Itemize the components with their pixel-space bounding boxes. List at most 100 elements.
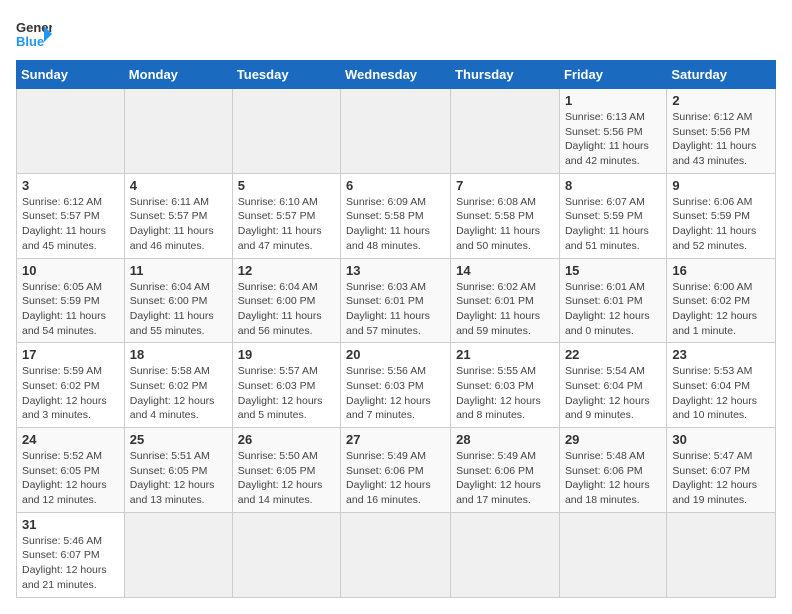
calendar-week-row: 17Sunrise: 5:59 AM Sunset: 6:02 PM Dayli… [17, 343, 776, 428]
weekday-header-cell: Wednesday [341, 61, 451, 89]
day-info: Sunrise: 5:48 AM Sunset: 6:06 PM Dayligh… [565, 449, 661, 508]
calendar-cell [667, 512, 776, 597]
day-info: Sunrise: 5:57 AM Sunset: 6:03 PM Dayligh… [238, 364, 335, 423]
day-number: 11 [130, 263, 227, 278]
day-info: Sunrise: 6:03 AM Sunset: 6:01 PM Dayligh… [346, 280, 445, 339]
weekday-header-cell: Tuesday [232, 61, 340, 89]
calendar-cell: 23Sunrise: 5:53 AM Sunset: 6:04 PM Dayli… [667, 343, 776, 428]
day-number: 18 [130, 347, 227, 362]
day-number: 13 [346, 263, 445, 278]
page-header: General Blue [16, 16, 776, 52]
calendar-cell: 11 Sunrise: 6:04 AM Sunset: 6:00 PM Dayli… [124, 258, 232, 343]
day-number: 26 [238, 432, 335, 447]
calendar-cell: 21 Sunrise: 5:55 AM Sunset: 6:03 PM Dayli… [451, 343, 560, 428]
calendar-cell: 12Sunrise: 6:04 AM Sunset: 6:00 PM Dayli… [232, 258, 340, 343]
logo: General Blue [16, 16, 52, 52]
day-number: 8 [565, 178, 661, 193]
day-number: 7 [456, 178, 554, 193]
day-info: Sunrise: 5:55 AM Sunset: 6:03 PM Dayligh… [456, 364, 554, 423]
day-info: Sunrise: 5:49 AM Sunset: 6:06 PM Dayligh… [346, 449, 445, 508]
weekday-header-cell: Sunday [17, 61, 125, 89]
calendar-cell: 26Sunrise: 5:50 AM Sunset: 6:05 PM Dayli… [232, 428, 340, 513]
weekday-header-cell: Friday [559, 61, 666, 89]
day-info: Sunrise: 5:59 AM Sunset: 6:02 PM Dayligh… [22, 364, 119, 423]
calendar-cell [124, 89, 232, 174]
day-number: 12 [238, 263, 335, 278]
day-number: 10 [22, 263, 119, 278]
calendar-cell: 1 Sunrise: 6:13 AM Sunset: 5:56 PM Daylig… [559, 89, 666, 174]
calendar-week-row: 24 Sunrise: 5:52 AM Sunset: 6:05 PM Dayli… [17, 428, 776, 513]
day-number: 28 [456, 432, 554, 447]
day-info: Sunrise: 5:46 AM Sunset: 6:07 PM Dayligh… [22, 534, 119, 593]
calendar-cell [232, 89, 340, 174]
calendar-cell: 18 Sunrise: 5:58 AM Sunset: 6:02 PM Dayli… [124, 343, 232, 428]
calendar-cell: 24 Sunrise: 5:52 AM Sunset: 6:05 PM Dayli… [17, 428, 125, 513]
day-info: Sunrise: 5:47 AM Sunset: 6:07 PM Dayligh… [672, 449, 770, 508]
day-number: 1 [565, 93, 661, 108]
calendar-cell: 17Sunrise: 5:59 AM Sunset: 6:02 PM Dayli… [17, 343, 125, 428]
calendar-table: SundayMondayTuesdayWednesdayThursdayFrid… [16, 60, 776, 598]
day-number: 22 [565, 347, 661, 362]
day-number: 5 [238, 178, 335, 193]
day-info: Sunrise: 6:12 AM Sunset: 5:56 PM Dayligh… [672, 110, 770, 169]
day-number: 2 [672, 93, 770, 108]
calendar-cell: 10 Sunrise: 6:05 AM Sunset: 5:59 PM Dayli… [17, 258, 125, 343]
weekday-header-cell: Thursday [451, 61, 560, 89]
day-info: Sunrise: 5:52 AM Sunset: 6:05 PM Dayligh… [22, 449, 119, 508]
day-info: Sunrise: 6:08 AM Sunset: 5:58 PM Dayligh… [456, 195, 554, 254]
day-info: Sunrise: 6:00 AM Sunset: 6:02 PM Dayligh… [672, 280, 770, 339]
day-number: 24 [22, 432, 119, 447]
weekday-header-cell: Saturday [667, 61, 776, 89]
calendar-body: 1 Sunrise: 6:13 AM Sunset: 5:56 PM Daylig… [17, 89, 776, 598]
day-info: Sunrise: 6:12 AM Sunset: 5:57 PM Dayligh… [22, 195, 119, 254]
calendar-cell: 22 Sunrise: 5:54 AM Sunset: 6:04 PM Dayli… [559, 343, 666, 428]
day-number: 21 [456, 347, 554, 362]
day-number: 27 [346, 432, 445, 447]
calendar-cell [559, 512, 666, 597]
day-info: Sunrise: 5:58 AM Sunset: 6:02 PM Dayligh… [130, 364, 227, 423]
calendar-cell: 4 Sunrise: 6:11 AM Sunset: 5:57 PM Daylig… [124, 173, 232, 258]
day-number: 15 [565, 263, 661, 278]
day-info: Sunrise: 6:07 AM Sunset: 5:59 PM Dayligh… [565, 195, 661, 254]
day-number: 14 [456, 263, 554, 278]
calendar-cell: 25Sunrise: 5:51 AM Sunset: 6:05 PM Dayli… [124, 428, 232, 513]
day-number: 6 [346, 178, 445, 193]
calendar-cell [232, 512, 340, 597]
calendar-week-row: 1 Sunrise: 6:13 AM Sunset: 5:56 PM Daylig… [17, 89, 776, 174]
calendar-week-row: 3 Sunrise: 6:12 AM Sunset: 5:57 PM Daylig… [17, 173, 776, 258]
day-info: Sunrise: 6:13 AM Sunset: 5:56 PM Dayligh… [565, 110, 661, 169]
day-info: Sunrise: 6:10 AM Sunset: 5:57 PM Dayligh… [238, 195, 335, 254]
day-number: 9 [672, 178, 770, 193]
calendar-cell [341, 512, 451, 597]
day-info: Sunrise: 6:06 AM Sunset: 5:59 PM Dayligh… [672, 195, 770, 254]
day-info: Sunrise: 6:01 AM Sunset: 6:01 PM Dayligh… [565, 280, 661, 339]
calendar-cell: 28 Sunrise: 5:49 AM Sunset: 6:06 PM Dayli… [451, 428, 560, 513]
day-info: Sunrise: 6:05 AM Sunset: 5:59 PM Dayligh… [22, 280, 119, 339]
day-info: Sunrise: 5:54 AM Sunset: 6:04 PM Dayligh… [565, 364, 661, 423]
day-info: Sunrise: 5:56 AM Sunset: 6:03 PM Dayligh… [346, 364, 445, 423]
calendar-cell: 30Sunrise: 5:47 AM Sunset: 6:07 PM Dayli… [667, 428, 776, 513]
calendar-week-row: 10 Sunrise: 6:05 AM Sunset: 5:59 PM Dayli… [17, 258, 776, 343]
day-info: Sunrise: 6:04 AM Sunset: 6:00 PM Dayligh… [130, 280, 227, 339]
calendar-cell: 9 Sunrise: 6:06 AM Sunset: 5:59 PM Daylig… [667, 173, 776, 258]
weekday-header-row: SundayMondayTuesdayWednesdayThursdayFrid… [17, 61, 776, 89]
day-number: 23 [672, 347, 770, 362]
day-number: 3 [22, 178, 119, 193]
day-info: Sunrise: 5:49 AM Sunset: 6:06 PM Dayligh… [456, 449, 554, 508]
calendar-cell: 13 Sunrise: 6:03 AM Sunset: 6:01 PM Dayli… [341, 258, 451, 343]
calendar-cell: 16Sunrise: 6:00 AM Sunset: 6:02 PM Dayli… [667, 258, 776, 343]
calendar-cell: 8 Sunrise: 6:07 AM Sunset: 5:59 PM Daylig… [559, 173, 666, 258]
calendar-cell: 7 Sunrise: 6:08 AM Sunset: 5:58 PM Daylig… [451, 173, 560, 258]
day-number: 29 [565, 432, 661, 447]
weekday-header-cell: Monday [124, 61, 232, 89]
day-number: 25 [130, 432, 227, 447]
calendar-cell: 14Sunrise: 6:02 AM Sunset: 6:01 PM Dayli… [451, 258, 560, 343]
day-info: Sunrise: 6:11 AM Sunset: 5:57 PM Dayligh… [130, 195, 227, 254]
day-number: 4 [130, 178, 227, 193]
calendar-cell [17, 89, 125, 174]
day-number: 19 [238, 347, 335, 362]
day-number: 31 [22, 517, 119, 532]
calendar-cell: 3 Sunrise: 6:12 AM Sunset: 5:57 PM Daylig… [17, 173, 125, 258]
calendar-cell: 19 Sunrise: 5:57 AM Sunset: 6:03 PM Dayli… [232, 343, 340, 428]
calendar-cell [124, 512, 232, 597]
